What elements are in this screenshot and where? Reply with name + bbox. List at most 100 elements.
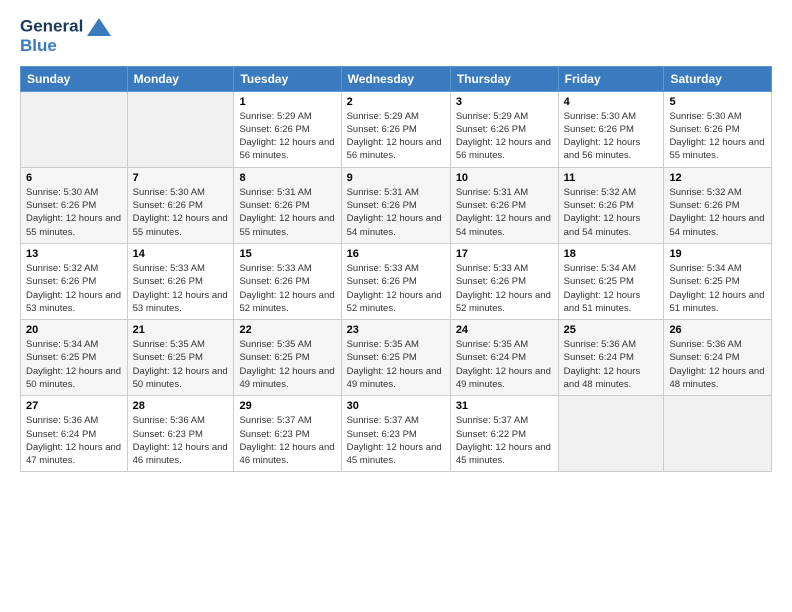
day-number: 23	[347, 324, 445, 336]
day-detail: Sunrise: 5:34 AM Sunset: 6:25 PM Dayligh…	[26, 338, 122, 391]
col-header-monday: Monday	[127, 66, 234, 91]
day-number: 17	[456, 248, 553, 260]
calendar-cell	[558, 396, 664, 472]
day-number: 21	[133, 324, 229, 336]
calendar-cell: 21Sunrise: 5:35 AM Sunset: 6:25 PM Dayli…	[127, 320, 234, 396]
calendar-cell: 24Sunrise: 5:35 AM Sunset: 6:24 PM Dayli…	[450, 320, 558, 396]
calendar-week-5: 27 Sunrise: 5:36 AM Sunset: 6:24 PM Dayli…	[21, 396, 772, 472]
day-number: 5	[669, 96, 766, 108]
day-number: 18	[564, 248, 659, 260]
day-number: 13	[26, 248, 122, 260]
day-detail: Sunrise: 5:30 AM Sunset: 6:26 PM Dayligh…	[669, 110, 766, 163]
calendar-cell: 4 Sunrise: 5:30 AM Sunset: 6:26 PM Daylig…	[558, 91, 664, 167]
col-header-saturday: Saturday	[664, 66, 772, 91]
calendar-cell: 7Sunrise: 5:30 AM Sunset: 6:26 PM Daylig…	[127, 167, 234, 243]
calendar-cell: 6 Sunrise: 5:30 AM Sunset: 6:26 PM Daylig…	[21, 167, 128, 243]
calendar-cell: 18 Sunrise: 5:34 AM Sunset: 6:25 PM Dayli…	[558, 243, 664, 319]
day-detail: Sunrise: 5:30 AM Sunset: 6:26 PM Dayligh…	[133, 186, 229, 239]
calendar-cell: 20 Sunrise: 5:34 AM Sunset: 6:25 PM Dayli…	[21, 320, 128, 396]
calendar: SundayMondayTuesdayWednesdayThursdayFrid…	[20, 66, 772, 473]
calendar-week-1: 1 Sunrise: 5:29 AM Sunset: 6:26 PM Daylig…	[21, 91, 772, 167]
day-number: 27	[26, 400, 122, 412]
calendar-cell: 29Sunrise: 5:37 AM Sunset: 6:23 PM Dayli…	[234, 396, 341, 472]
logo: General Blue	[20, 16, 113, 56]
day-detail: Sunrise: 5:36 AM Sunset: 6:24 PM Dayligh…	[564, 338, 659, 391]
day-detail: Sunrise: 5:32 AM Sunset: 6:26 PM Dayligh…	[564, 186, 659, 239]
calendar-cell: 9Sunrise: 5:31 AM Sunset: 6:26 PM Daylig…	[341, 167, 450, 243]
calendar-cell: 1 Sunrise: 5:29 AM Sunset: 6:26 PM Daylig…	[234, 91, 341, 167]
day-detail: Sunrise: 5:31 AM Sunset: 6:26 PM Dayligh…	[239, 186, 335, 239]
day-number: 19	[669, 248, 766, 260]
calendar-cell: 12Sunrise: 5:32 AM Sunset: 6:26 PM Dayli…	[664, 167, 772, 243]
col-header-thursday: Thursday	[450, 66, 558, 91]
day-detail: Sunrise: 5:34 AM Sunset: 6:25 PM Dayligh…	[564, 262, 659, 315]
calendar-cell: 30 Sunrise: 5:37 AM Sunset: 6:23 PM Dayli…	[341, 396, 450, 472]
calendar-cell: 28 Sunrise: 5:36 AM Sunset: 6:23 PM Dayli…	[127, 396, 234, 472]
day-detail: Sunrise: 5:37 AM Sunset: 6:23 PM Dayligh…	[239, 414, 335, 467]
day-detail: Sunrise: 5:36 AM Sunset: 6:23 PM Dayligh…	[133, 414, 229, 467]
day-detail: Sunrise: 5:30 AM Sunset: 6:26 PM Dayligh…	[26, 186, 122, 239]
day-number: 16	[347, 248, 445, 260]
day-detail: Sunrise: 5:31 AM Sunset: 6:26 PM Dayligh…	[456, 186, 553, 239]
day-detail: Sunrise: 5:34 AM Sunset: 6:25 PM Dayligh…	[669, 262, 766, 315]
calendar-cell: 8 Sunrise: 5:31 AM Sunset: 6:26 PM Daylig…	[234, 167, 341, 243]
day-detail: Sunrise: 5:29 AM Sunset: 6:26 PM Dayligh…	[347, 110, 445, 163]
calendar-cell: 15 Sunrise: 5:33 AM Sunset: 6:26 PM Dayli…	[234, 243, 341, 319]
calendar-cell	[664, 396, 772, 472]
calendar-cell: 11 Sunrise: 5:32 AM Sunset: 6:26 PM Dayli…	[558, 167, 664, 243]
day-detail: Sunrise: 5:33 AM Sunset: 6:26 PM Dayligh…	[456, 262, 553, 315]
day-number: 28	[133, 400, 229, 412]
day-number: 10	[456, 172, 553, 184]
col-header-tuesday: Tuesday	[234, 66, 341, 91]
calendar-cell: 3Sunrise: 5:29 AM Sunset: 6:26 PM Daylig…	[450, 91, 558, 167]
calendar-cell	[127, 91, 234, 167]
header: General Blue	[20, 16, 772, 56]
calendar-week-2: 6 Sunrise: 5:30 AM Sunset: 6:26 PM Daylig…	[21, 167, 772, 243]
page: General Blue SundayMondayTuesdayWednesda…	[0, 0, 792, 612]
calendar-cell: 17 Sunrise: 5:33 AM Sunset: 6:26 PM Dayli…	[450, 243, 558, 319]
day-number: 20	[26, 324, 122, 336]
calendar-week-3: 13 Sunrise: 5:32 AM Sunset: 6:26 PM Dayli…	[21, 243, 772, 319]
calendar-header-row: SundayMondayTuesdayWednesdayThursdayFrid…	[21, 66, 772, 91]
calendar-cell: 23Sunrise: 5:35 AM Sunset: 6:25 PM Dayli…	[341, 320, 450, 396]
day-number: 22	[239, 324, 335, 336]
calendar-cell: 27 Sunrise: 5:36 AM Sunset: 6:24 PM Dayli…	[21, 396, 128, 472]
col-header-wednesday: Wednesday	[341, 66, 450, 91]
day-detail: Sunrise: 5:30 AM Sunset: 6:26 PM Dayligh…	[564, 110, 659, 163]
calendar-cell: 10 Sunrise: 5:31 AM Sunset: 6:26 PM Dayli…	[450, 167, 558, 243]
day-detail: Sunrise: 5:29 AM Sunset: 6:26 PM Dayligh…	[239, 110, 335, 163]
day-number: 12	[669, 172, 766, 184]
day-detail: Sunrise: 5:32 AM Sunset: 6:26 PM Dayligh…	[26, 262, 122, 315]
day-detail: Sunrise: 5:36 AM Sunset: 6:24 PM Dayligh…	[26, 414, 122, 467]
calendar-cell: 5 Sunrise: 5:30 AM Sunset: 6:26 PM Daylig…	[664, 91, 772, 167]
day-detail: Sunrise: 5:35 AM Sunset: 6:25 PM Dayligh…	[239, 338, 335, 391]
day-number: 11	[564, 172, 659, 184]
calendar-cell: 14 Sunrise: 5:33 AM Sunset: 6:26 PM Dayli…	[127, 243, 234, 319]
day-number: 30	[347, 400, 445, 412]
day-detail: Sunrise: 5:33 AM Sunset: 6:26 PM Dayligh…	[347, 262, 445, 315]
col-header-friday: Friday	[558, 66, 664, 91]
day-detail: Sunrise: 5:33 AM Sunset: 6:26 PM Dayligh…	[239, 262, 335, 315]
day-detail: Sunrise: 5:35 AM Sunset: 6:24 PM Dayligh…	[456, 338, 553, 391]
calendar-cell: 19 Sunrise: 5:34 AM Sunset: 6:25 PM Dayli…	[664, 243, 772, 319]
calendar-cell: 22 Sunrise: 5:35 AM Sunset: 6:25 PM Dayli…	[234, 320, 341, 396]
logo-blue: Blue	[20, 36, 113, 56]
day-number: 8	[239, 172, 335, 184]
calendar-cell: 26 Sunrise: 5:36 AM Sunset: 6:24 PM Dayli…	[664, 320, 772, 396]
day-detail: Sunrise: 5:37 AM Sunset: 6:22 PM Dayligh…	[456, 414, 553, 467]
day-detail: Sunrise: 5:29 AM Sunset: 6:26 PM Dayligh…	[456, 110, 553, 163]
calendar-cell: 25 Sunrise: 5:36 AM Sunset: 6:24 PM Dayli…	[558, 320, 664, 396]
day-detail: Sunrise: 5:33 AM Sunset: 6:26 PM Dayligh…	[133, 262, 229, 315]
day-number: 26	[669, 324, 766, 336]
day-number: 14	[133, 248, 229, 260]
day-detail: Sunrise: 5:37 AM Sunset: 6:23 PM Dayligh…	[347, 414, 445, 467]
logo-icon	[85, 16, 113, 38]
day-number: 25	[564, 324, 659, 336]
day-number: 4	[564, 96, 659, 108]
day-detail: Sunrise: 5:36 AM Sunset: 6:24 PM Dayligh…	[669, 338, 766, 391]
logo-text: General	[20, 16, 113, 38]
day-number: 1	[239, 96, 335, 108]
day-number: 6	[26, 172, 122, 184]
day-number: 15	[239, 248, 335, 260]
day-detail: Sunrise: 5:31 AM Sunset: 6:26 PM Dayligh…	[347, 186, 445, 239]
